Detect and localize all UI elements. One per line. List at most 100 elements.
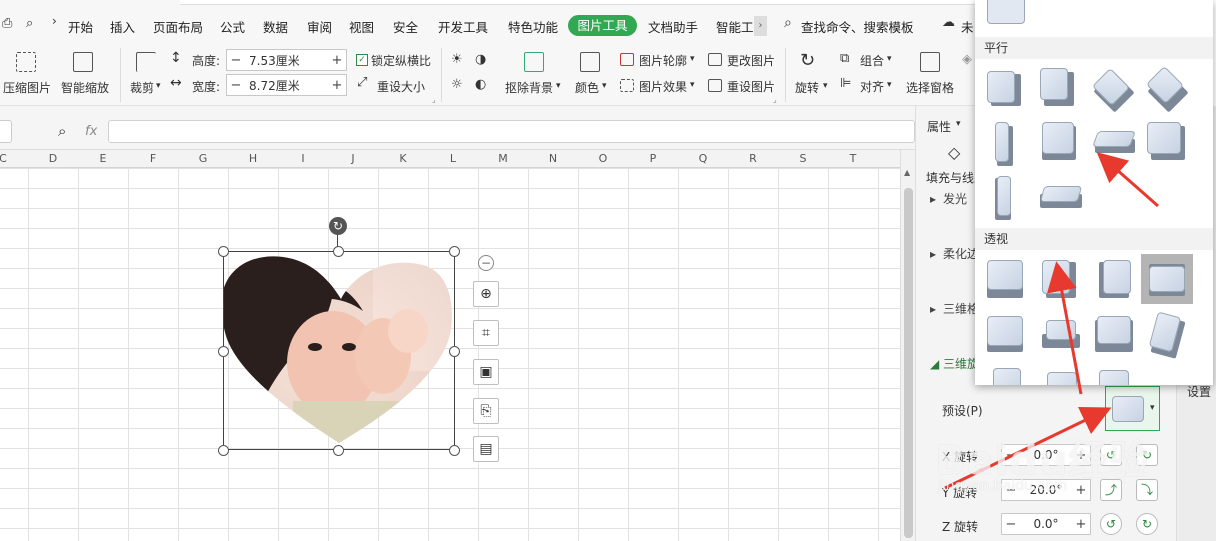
resize-handle[interactable]	[449, 346, 460, 357]
column-header-cell[interactable]: K	[378, 152, 428, 165]
resize-handle[interactable]	[218, 246, 229, 257]
brightness-down-icon[interactable]: ☼	[451, 77, 463, 92]
preset-perspective-7[interactable]	[1095, 314, 1133, 352]
group-button[interactable]: 组合	[860, 52, 884, 69]
menu-doc-assistant[interactable]: 文档助手	[648, 17, 698, 36]
picture-effects-dropdown-icon[interactable]: ▾	[690, 80, 695, 90]
menu-insert[interactable]: 插入	[110, 17, 135, 36]
preset-parallel-8[interactable]	[1147, 122, 1185, 160]
smart-zoom-button[interactable]: 智能缩放	[61, 79, 109, 96]
preset-parallel-2[interactable]	[1040, 68, 1076, 106]
resize-handle[interactable]	[449, 445, 460, 456]
zoom-picture-icon[interactable]: ⊕	[473, 281, 499, 307]
preset-perspective-1[interactable]	[987, 260, 1023, 298]
preset-parallel-1[interactable]	[987, 68, 1023, 106]
column-header-cell[interactable]: G	[178, 152, 228, 165]
section-glow-toggle-icon[interactable]: ▸	[930, 192, 936, 206]
settings-tab[interactable]: 设置	[1187, 383, 1211, 400]
collapse-toolbar-icon[interactable]: −	[478, 255, 494, 271]
column-header-cell[interactable]: E	[78, 152, 128, 165]
picture-frame-icon[interactable]: ▣	[473, 359, 499, 385]
picture-dialog-launcher-icon[interactable]: ⌟	[773, 95, 777, 104]
z-rotate-left-icon[interactable]: ↺	[1100, 513, 1122, 535]
section-soft-edge[interactable]: 柔化边	[943, 245, 979, 262]
preset-perspective-3[interactable]	[1097, 260, 1133, 298]
z-rotate-right-icon[interactable]: ↻	[1136, 513, 1158, 535]
resize-handle[interactable]	[218, 445, 229, 456]
resize-handle[interactable]	[449, 246, 460, 257]
picture-outline-dropdown-icon[interactable]: ▾	[690, 54, 695, 64]
column-header-cell[interactable]: I	[278, 152, 328, 165]
panel-title-dropdown-icon[interactable]: ▾	[956, 119, 961, 129]
group-dropdown-icon[interactable]: ▾	[887, 54, 892, 64]
preset-no-rotation[interactable]	[987, 0, 1025, 24]
preset-dropdown[interactable]: ▾	[1105, 386, 1160, 431]
contrast-up-icon[interactable]: ◑	[475, 52, 486, 67]
name-box[interactable]	[0, 120, 12, 143]
z-increase[interactable]: +	[1072, 517, 1090, 532]
column-header-cell[interactable]: P	[628, 152, 678, 165]
tab-fill-line[interactable]: 填充与线	[926, 169, 974, 186]
menu-data[interactable]: 数据	[263, 17, 288, 36]
preset-parallel-7[interactable]	[1092, 125, 1136, 161]
section-3d-format-toggle-icon[interactable]: ▸	[930, 302, 936, 316]
column-header-cell[interactable]: O	[578, 152, 628, 165]
remove-background-button[interactable]: 抠除背景	[505, 79, 553, 96]
rotate-handle-icon[interactable]: ↻	[329, 217, 347, 235]
scrollbar-thumb[interactable]	[904, 188, 913, 538]
preset-perspective-11[interactable]	[1097, 366, 1133, 385]
preset-parallel-6[interactable]	[1040, 122, 1076, 160]
align-button[interactable]: 对齐	[860, 78, 884, 95]
formula-input[interactable]	[108, 120, 915, 143]
preset-perspective-9[interactable]	[987, 366, 1023, 385]
column-header-cell[interactable]: F	[128, 152, 178, 165]
picture-convert-icon[interactable]: ⎘	[473, 398, 499, 424]
preset-parallel-4[interactable]	[1145, 65, 1189, 113]
menu-security[interactable]: 安全	[393, 17, 418, 36]
compress-picture-button[interactable]: 压缩图片	[3, 79, 51, 96]
height-decrease[interactable]: −	[227, 53, 245, 68]
preset-parallel-3[interactable]	[1091, 67, 1135, 113]
preset-parallel-10[interactable]	[1038, 180, 1083, 216]
crop-dropdown-icon[interactable]: ▾	[156, 81, 161, 91]
column-header-cell[interactable]: N	[528, 152, 578, 165]
cloud-icon[interactable]: ☁	[942, 15, 955, 30]
change-picture-button[interactable]: 更改图片	[727, 52, 775, 69]
brightness-up-icon[interactable]: ☀	[451, 52, 463, 67]
panel-title[interactable]: 属性	[927, 118, 951, 135]
section-3d-format[interactable]: 三维格	[943, 300, 979, 317]
menu-special[interactable]: 特色功能	[508, 17, 558, 36]
rotate-dropdown-icon[interactable]: ▾	[823, 81, 828, 91]
z-decrease[interactable]: −	[1002, 517, 1020, 532]
zoom-icon[interactable]: ⌕	[58, 122, 66, 140]
column-header-cell[interactable]: S	[778, 152, 828, 165]
reset-picture-button[interactable]: 重设图片	[727, 78, 775, 95]
column-header-cell[interactable]: H	[228, 152, 278, 165]
resize-handle[interactable]	[218, 346, 229, 357]
crop-float-icon[interactable]: ⌗	[473, 320, 499, 346]
picture-outline-button[interactable]: 图片轮廓	[639, 52, 687, 69]
menu-view[interactable]: 视图	[349, 17, 374, 36]
scroll-up-icon[interactable]: ▲	[904, 168, 910, 177]
column-header-cell[interactable]: J	[328, 152, 378, 165]
fill-bucket-icon[interactable]: ◇	[948, 143, 960, 162]
menu-developer[interactable]: 开发工具	[438, 17, 488, 36]
preset-perspective-5[interactable]	[987, 314, 1023, 352]
column-header-cell[interactable]: Q	[678, 152, 728, 165]
column-header-cell[interactable]: C	[0, 152, 28, 165]
section-glow[interactable]: 发光	[943, 190, 967, 207]
column-header-cell[interactable]: M	[478, 152, 528, 165]
column-header-cell[interactable]: T	[828, 152, 878, 165]
contrast-down-icon[interactable]: ◐	[475, 77, 486, 92]
width-decrease[interactable]: −	[227, 78, 245, 93]
resize-handle[interactable]	[333, 246, 344, 257]
column-header-cell[interactable]: L	[428, 152, 478, 165]
picture-selection-frame[interactable]	[223, 251, 455, 450]
preset-parallel-9[interactable]	[991, 174, 1027, 220]
z-rotation-stepper[interactable]: − 0.0° +	[1001, 513, 1091, 535]
lock-ratio-label[interactable]: 锁定纵横比	[371, 52, 431, 69]
menu-picture-tools[interactable]: 图片工具	[568, 15, 637, 36]
section-3d-rotation[interactable]: 三维旋	[943, 355, 979, 372]
rotate-button[interactable]: 旋转	[795, 79, 819, 96]
picture-effects-button[interactable]: 图片效果	[639, 78, 687, 95]
